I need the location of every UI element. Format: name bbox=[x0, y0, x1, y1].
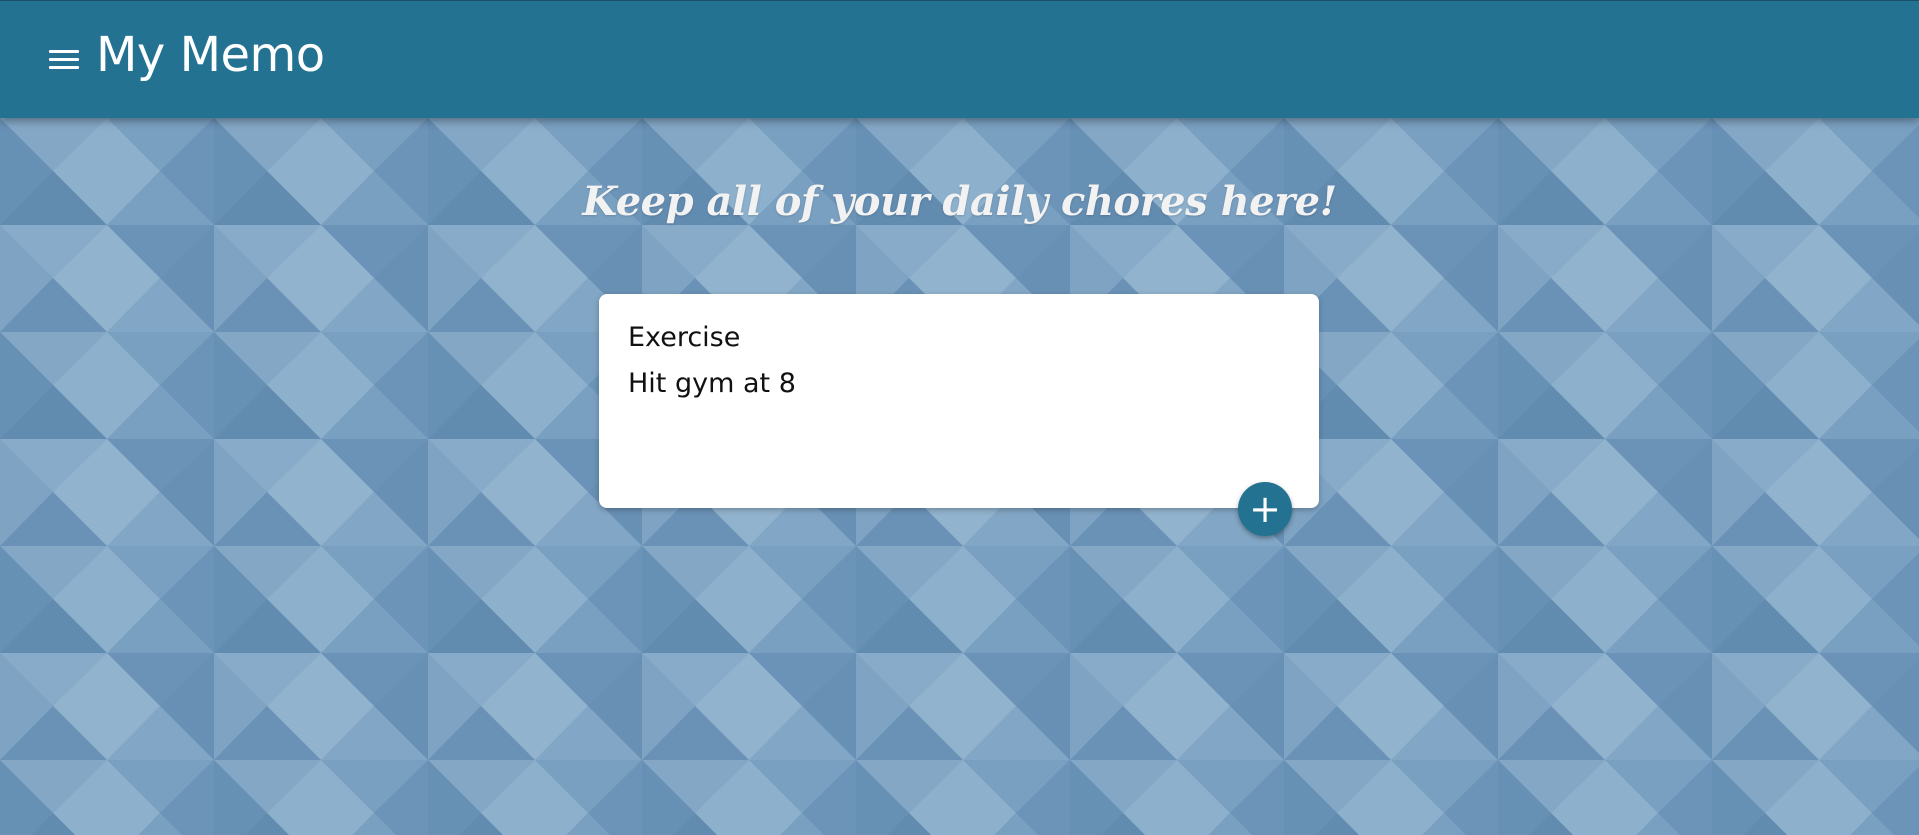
add-memo-button[interactable]: + bbox=[1238, 482, 1292, 536]
plus-icon: + bbox=[1249, 487, 1281, 531]
app-title: My Memo bbox=[96, 27, 325, 83]
page-tagline: Keep all of your daily chores here! bbox=[582, 178, 1337, 225]
memo-content-textarea[interactable]: Hit gym at 8 bbox=[628, 368, 1288, 478]
memo-title-input[interactable] bbox=[628, 322, 1288, 353]
app-bar: My Memo bbox=[0, 0, 1919, 118]
memo-card: Hit gym at 8 bbox=[599, 294, 1319, 508]
hamburger-menu-icon[interactable] bbox=[44, 41, 84, 77]
